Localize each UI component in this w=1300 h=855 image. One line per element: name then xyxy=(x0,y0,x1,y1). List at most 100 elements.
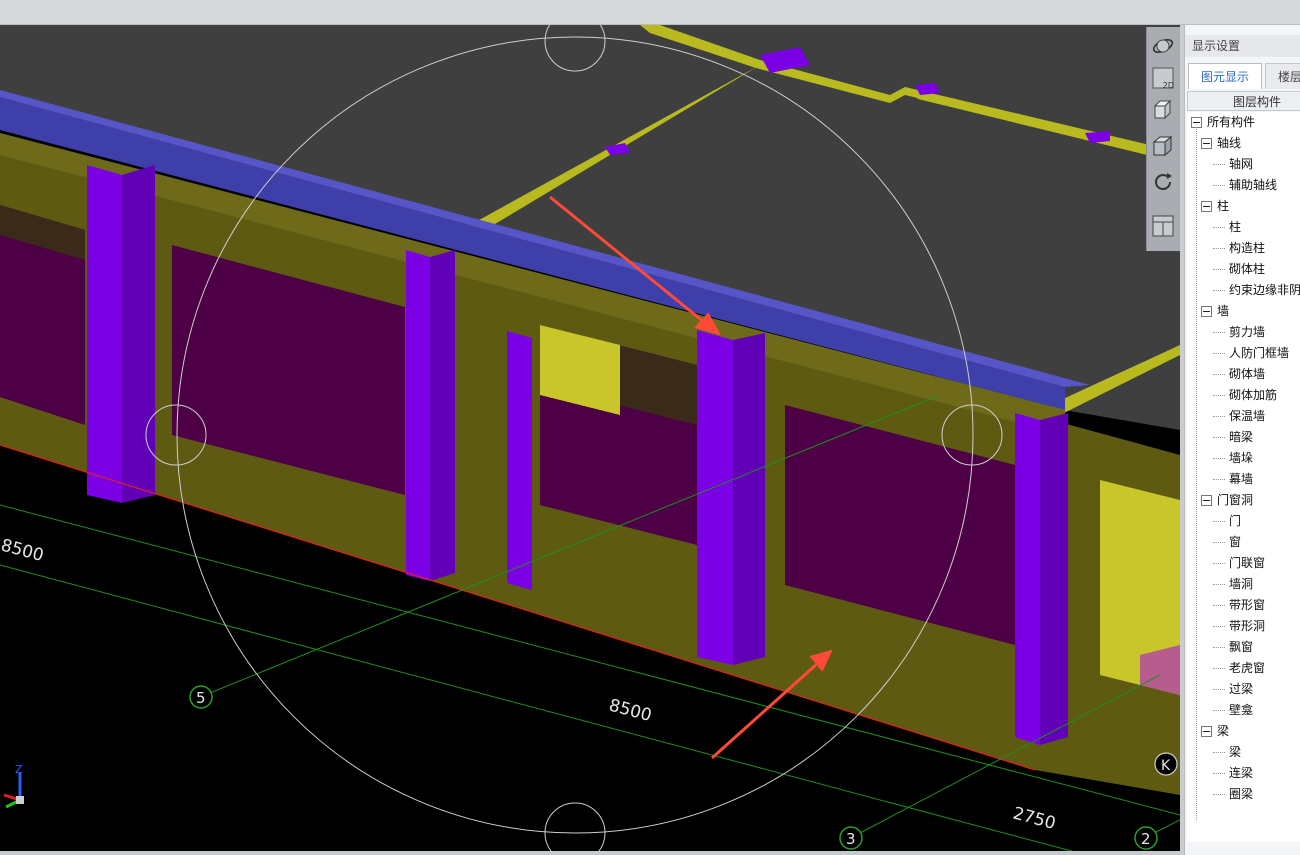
tree-connector xyxy=(1213,752,1225,753)
tree-item[interactable]: 幕墙 xyxy=(1187,469,1300,490)
tree-item[interactable]: 保温墙 xyxy=(1187,406,1300,427)
tree-item[interactable]: 带形窗 xyxy=(1187,595,1300,616)
tree-connector xyxy=(1213,437,1225,438)
tree-item[interactable]: 柱 xyxy=(1187,196,1300,217)
tree-item[interactable]: 砌体柱 xyxy=(1187,259,1300,280)
tree-item-label: 保温墙 xyxy=(1229,409,1266,423)
tree-connector xyxy=(1213,563,1225,564)
top-bar xyxy=(0,0,1300,25)
tree-item[interactable]: 门窗洞 xyxy=(1187,490,1300,511)
rotate-icon[interactable] xyxy=(1150,169,1176,195)
axis-bubble-k: K xyxy=(1154,752,1178,776)
tree-item[interactable]: 构造柱 xyxy=(1187,238,1300,259)
tree-connector xyxy=(1213,290,1225,291)
tab-floor[interactable]: 楼层 xyxy=(1265,63,1300,89)
tree-guide xyxy=(1196,127,1197,820)
tree-item-label: 梁 xyxy=(1217,724,1230,738)
cube-view-icon[interactable] xyxy=(1150,97,1176,123)
axis-bubble-2: 2 xyxy=(1134,826,1158,850)
box-view-icon[interactable] xyxy=(1150,133,1176,159)
tree-item[interactable]: 窗 xyxy=(1187,532,1300,553)
tree-header: 图层构件 xyxy=(1187,91,1300,111)
tree-item[interactable]: 墙垛 xyxy=(1187,448,1300,469)
tree-connector xyxy=(1213,269,1225,270)
view-toolbar: 2D xyxy=(1146,27,1180,251)
collapse-toggle-icon[interactable] xyxy=(1201,306,1212,317)
svg-text:3: 3 xyxy=(846,830,856,848)
tree-item-label: 门联窗 xyxy=(1229,556,1266,570)
layout-icon[interactable] xyxy=(1150,213,1176,239)
dimension-label-middle: 8500 xyxy=(607,696,654,727)
tree-item[interactable]: 墙洞 xyxy=(1187,574,1300,595)
tree-item[interactable]: 人防门框墙 xyxy=(1187,343,1300,364)
3d-viewport[interactable]: 8500 8500 2750 5 3 2 K Z xyxy=(0,25,1180,851)
panel-title: 显示设置 xyxy=(1185,35,1300,57)
tree-item-label: 连梁 xyxy=(1229,766,1254,780)
tree-connector xyxy=(1213,248,1225,249)
tree-item[interactable]: 轴线 xyxy=(1187,133,1300,154)
tree-item[interactable]: 过梁 xyxy=(1187,679,1300,700)
scene-svg: 8500 8500 2750 5 3 2 K Z xyxy=(0,25,1180,851)
tree-item-label: 门窗洞 xyxy=(1217,493,1254,507)
collapse-toggle-icon[interactable] xyxy=(1201,138,1212,149)
tree-item[interactable]: 柱 xyxy=(1187,217,1300,238)
tree-item-label: 柱 xyxy=(1217,199,1230,213)
bottom-bar xyxy=(0,851,1180,855)
tree-item-label: 剪力墙 xyxy=(1229,325,1266,339)
tree-connector xyxy=(1213,332,1225,333)
collapse-toggle-icon[interactable] xyxy=(1201,495,1212,506)
tree-connector xyxy=(1213,668,1225,669)
collapse-toggle-icon[interactable] xyxy=(1201,726,1212,737)
view-2d-button[interactable]: 2D xyxy=(1150,65,1176,91)
tree-item[interactable]: 梁 xyxy=(1187,721,1300,742)
display-settings-panel: 显示设置 图元显示 楼层 图层构件 所有构件轴线 轴网 辅助轴线柱柱构造柱 砌体柱 约束… xyxy=(1184,25,1300,855)
tree-item[interactable]: 所有构件 xyxy=(1187,112,1300,133)
tree-item-label: 砌体加筋 xyxy=(1229,388,1278,402)
tree-item[interactable]: 梁 xyxy=(1187,742,1300,763)
tree-connector xyxy=(1213,710,1225,711)
tree-item[interactable]: 砌体墙 xyxy=(1187,364,1300,385)
svg-text:2: 2 xyxy=(1141,830,1151,848)
tree-item[interactable]: 砌体加筋 xyxy=(1187,385,1300,406)
tree-item[interactable]: 老虎窗 xyxy=(1187,658,1300,679)
tree-item-label: 窗 xyxy=(1229,535,1242,549)
svg-text:5: 5 xyxy=(196,689,206,707)
tree-item-label: 壁龛 xyxy=(1229,703,1254,717)
tree-item[interactable]: 辅助轴线 xyxy=(1187,175,1300,196)
tree-item[interactable]: 圈梁 xyxy=(1187,784,1300,805)
tree-item[interactable]: 连梁 xyxy=(1187,763,1300,784)
tree-connector xyxy=(1213,647,1225,648)
tree-connector xyxy=(1213,353,1225,354)
tree-item-label: 飘窗 xyxy=(1229,640,1254,654)
tree-connector xyxy=(1213,794,1225,795)
tree-item-label: 老虎窗 xyxy=(1229,661,1266,675)
axis-bubble-3: 3 xyxy=(839,826,863,850)
tree-item[interactable]: 门 xyxy=(1187,511,1300,532)
tree-item[interactable]: 带形洞 xyxy=(1187,616,1300,637)
tree-item-label: 圈梁 xyxy=(1229,787,1254,801)
axis-bubble-5: 5 xyxy=(189,685,213,709)
tree-connector xyxy=(1213,521,1225,522)
tree-item[interactable]: 门联窗 xyxy=(1187,553,1300,574)
tree-item-label: 柱 xyxy=(1229,220,1242,234)
tree-item[interactable]: 飘窗 xyxy=(1187,637,1300,658)
tree-connector xyxy=(1213,416,1225,417)
orbit-icon[interactable] xyxy=(1150,33,1176,59)
tree-item-label: 人防门框墙 xyxy=(1229,346,1290,360)
tab-element-display[interactable]: 图元显示 xyxy=(1188,63,1262,89)
tree-item-label: 墙垛 xyxy=(1229,451,1254,465)
tree-item[interactable]: 轴网 xyxy=(1187,154,1300,175)
tree-item[interactable]: 剪力墙 xyxy=(1187,322,1300,343)
dimension-label-right: 2750 xyxy=(1011,804,1058,835)
collapse-toggle-icon[interactable] xyxy=(1201,201,1212,212)
tree-item-label: 梁 xyxy=(1229,745,1242,759)
tree-item-label: 所有构件 xyxy=(1207,115,1256,129)
tree-item[interactable]: 约束边缘非阴 xyxy=(1187,280,1300,301)
tree-connector xyxy=(1213,185,1225,186)
tree-item[interactable]: 墙 xyxy=(1187,301,1300,322)
tree-item-label: 砌体墙 xyxy=(1229,367,1266,381)
tree-connector xyxy=(1213,479,1225,480)
tree-item-label: 墙洞 xyxy=(1229,577,1254,591)
tree-item[interactable]: 暗梁 xyxy=(1187,427,1300,448)
tree-item[interactable]: 壁龛 xyxy=(1187,700,1300,721)
